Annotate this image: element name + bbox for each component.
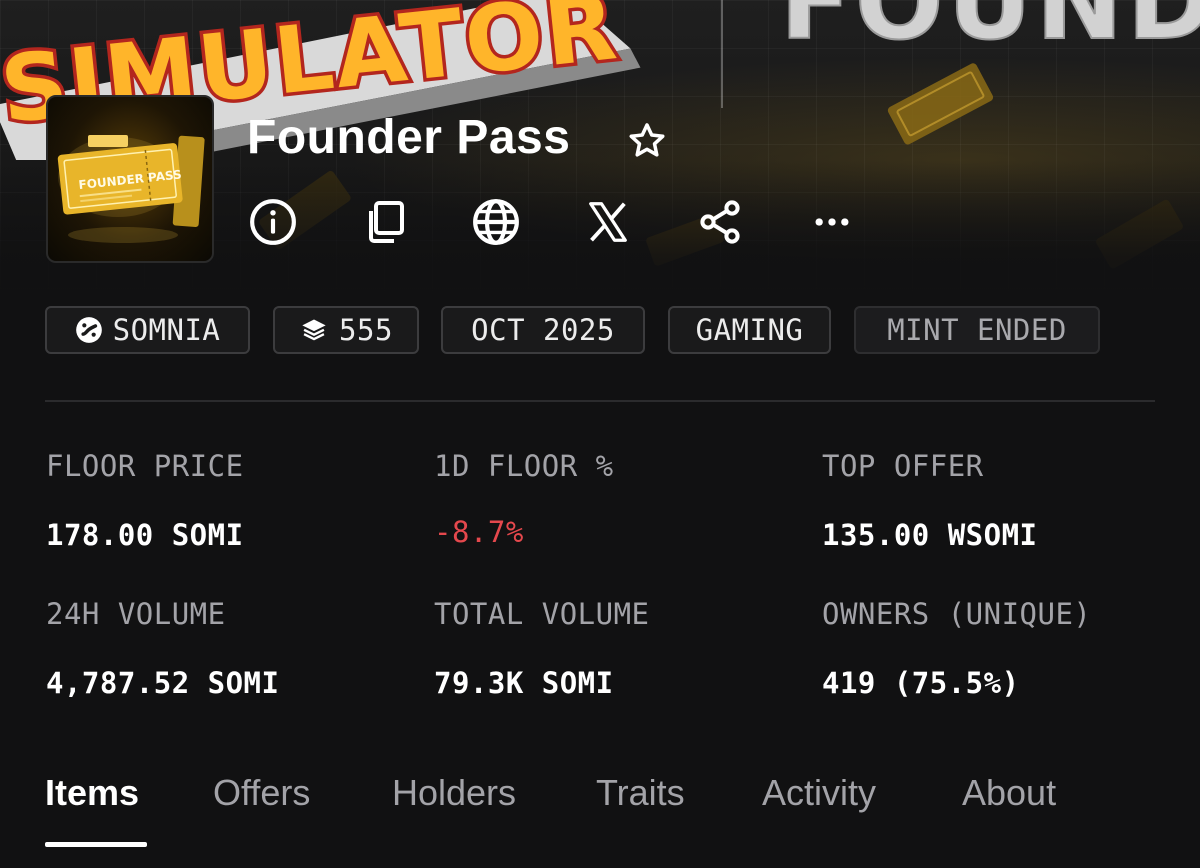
collection-title: Founder Pass (247, 111, 571, 164)
share-button[interactable] (694, 196, 746, 248)
floor-change-label: 1D FLOOR % (434, 449, 614, 483)
floor-change-value: -8.7% (434, 515, 524, 549)
info-button[interactable] (247, 196, 299, 248)
more-options-button[interactable] (806, 196, 858, 248)
ticket-decoration (887, 63, 994, 145)
copy-icon (369, 201, 404, 243)
mint-status-chip: MINT ENDED (854, 306, 1100, 354)
tab-traits[interactable]: Traits (596, 772, 685, 814)
tab-items[interactable]: Items (45, 772, 139, 814)
floor-price-value: 178.00 SOMI (46, 518, 244, 552)
tab-holders[interactable]: Holders (392, 772, 516, 814)
website-button[interactable] (470, 196, 522, 248)
chain-label: SOMNIA (112, 313, 221, 347)
date-chip: OCT 2025 (441, 306, 645, 354)
layers-icon (299, 316, 329, 344)
globe-icon (473, 199, 519, 245)
supply-count: 555 (339, 313, 393, 347)
collection-avatar: FOUNDER PASS (46, 95, 214, 263)
supply-chip: 555 (273, 306, 419, 354)
tab-activity[interactable]: Activity (762, 772, 876, 814)
category-chip[interactable]: GAMING (668, 306, 831, 354)
more-icon (815, 218, 849, 226)
floor-price-label: FLOOR PRICE (46, 449, 244, 483)
top-offer-value: 135.00 WSOMI (822, 518, 1038, 552)
gold-ticket-image: FOUNDER PASS (57, 135, 205, 243)
copy-address-button[interactable] (358, 196, 410, 248)
founder-logo-text: FOUNDER (780, 0, 1200, 50)
favorite-button[interactable] (624, 118, 670, 164)
mint-status-label: MINT ENDED (887, 313, 1067, 347)
somnia-chain-icon (75, 316, 103, 344)
owners-label: OWNERS (UNIQUE) (822, 597, 1092, 631)
share-icon (700, 200, 740, 244)
tab-about[interactable]: About (962, 772, 1056, 814)
category-label: GAMING (695, 313, 804, 347)
star-icon (629, 123, 665, 157)
x-profile-button[interactable] (582, 196, 634, 248)
total-volume-label: TOTAL VOLUME (434, 597, 650, 631)
banner-divider (721, 0, 723, 108)
x-logo-icon (589, 202, 627, 242)
owners-value: 419 (75.5%) (822, 666, 1020, 700)
launch-date: OCT 2025 (471, 313, 615, 347)
tab-offers[interactable]: Offers (213, 772, 310, 814)
top-offer-label: TOP OFFER (822, 449, 984, 483)
volume-24h-label: 24H VOLUME (46, 597, 226, 631)
total-volume-value: 79.3K SOMI (434, 666, 614, 700)
volume-24h-value: 4,787.52 SOMI (46, 666, 280, 700)
chain-chip[interactable]: SOMNIA (45, 306, 250, 354)
info-icon (250, 199, 296, 245)
founder-logo-art: FOUNDER (780, 0, 1200, 50)
active-tab-indicator (45, 842, 147, 847)
section-divider (45, 400, 1155, 402)
